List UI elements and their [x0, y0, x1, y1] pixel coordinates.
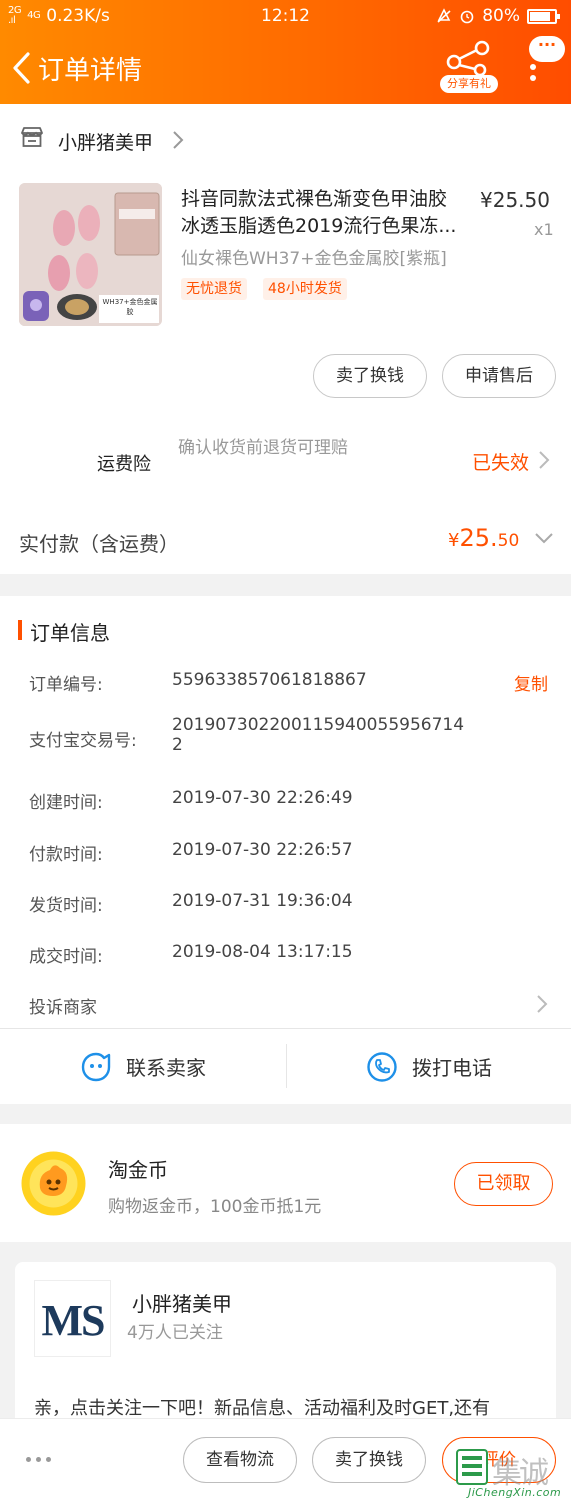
tag-48h-shipping: 48小时发货	[263, 278, 347, 300]
call-phone-button[interactable]: 拨打电话	[287, 1029, 571, 1104]
shop-name[interactable]: 小胖猪美甲	[58, 128, 153, 155]
battery-percent: 80%	[482, 6, 520, 26]
payment-label: 实付款（含运费）	[19, 532, 179, 556]
chevron-right-icon[interactable]	[538, 450, 550, 470]
coin-description: 购物返金币，100金币抵1元	[108, 1197, 322, 1217]
product-quantity: x1	[534, 220, 554, 239]
insurance-description: 确认收货前退货可理赔	[178, 438, 348, 458]
share-reward-label[interactable]: 分享有礼	[440, 75, 498, 93]
product-title-line-1: 抖音同款法式裸色渐变色甲油胶	[181, 188, 448, 210]
status-right: 80%	[436, 6, 560, 26]
product-thumbnail[interactable]: WH37+金色金属胶	[19, 183, 162, 326]
contact-seller-label: 联系卖家	[126, 1056, 206, 1080]
shop-follow-card: MS 小胖猪美甲 4万人已关注 亲，点击关注一下吧！新品信息、活动福利及时GET…	[15, 1262, 556, 1432]
chat-face-icon	[81, 1052, 111, 1081]
insurance-status[interactable]: 已失效	[472, 448, 529, 475]
payment-amount-int: 25.	[459, 524, 498, 552]
shop-row[interactable]: 小胖猪美甲	[0, 104, 571, 176]
section-accent-bar	[18, 620, 22, 640]
alipay-trade-value: 2019073022001159400559567142	[172, 715, 465, 755]
product-title-line-2: 冰透玉脂透色2019流行色果冻...	[181, 215, 457, 237]
product-image-caption: WH37+金色金属胶	[102, 298, 158, 316]
phone-icon	[367, 1051, 397, 1082]
shop-card-name[interactable]: 小胖猪美甲	[132, 1288, 232, 1317]
resell-bottom-button[interactable]: 卖了换钱	[312, 1437, 426, 1483]
order-product-card: 小胖猪美甲 WH37+金色金属胶 抖音同款法式裸色渐变色甲油胶 冰透玉脂透色20…	[0, 104, 571, 574]
alarm-icon	[460, 10, 474, 24]
gold-coin-icon	[21, 1151, 86, 1216]
tag-free-return: 无忧退货	[181, 278, 247, 300]
call-phone-label: 拨打电话	[412, 1056, 492, 1080]
create-time-value: 2019-07-30 22:26:49	[172, 788, 353, 808]
create-time-label: 创建时间:	[29, 793, 103, 813]
insurance-label: 运费险	[97, 454, 151, 475]
order-number-label: 订单编号:	[29, 675, 103, 695]
shop-logo[interactable]: MS	[34, 1280, 111, 1357]
ship-time-value: 2019-07-31 19:36:04	[172, 891, 353, 911]
chevron-down-icon[interactable]	[534, 532, 554, 544]
coin-title: 淘金币	[108, 1158, 168, 1182]
taojinbi-card: 淘金币 购物返金币，100金币抵1元 已领取	[0, 1124, 571, 1242]
resell-button[interactable]: 卖了换钱	[313, 354, 427, 398]
chevron-right-icon	[173, 131, 184, 149]
payment-currency: ¥	[448, 530, 460, 551]
deal-time-label: 成交时间:	[29, 947, 103, 967]
app-header: 2G .ıl 4G 0.23K/s 12:12 80% 订单详情 分享有礼 ···	[0, 0, 571, 104]
contact-seller-button[interactable]: 联系卖家	[0, 1029, 286, 1104]
shop-followers: 4万人已关注	[127, 1323, 223, 1343]
coin-claimed-button[interactable]: 已领取	[454, 1162, 553, 1206]
ship-time-label: 发货时间:	[29, 896, 103, 916]
status-bar: 2G .ıl 4G 0.23K/s 12:12 80%	[0, 0, 571, 32]
mute-icon	[437, 8, 451, 23]
product-title[interactable]: 抖音同款法式裸色渐变色甲油胶 冰透玉脂透色2019流行色果冻...	[181, 186, 471, 240]
order-number-value: 559633857061818867	[172, 670, 367, 690]
more-menu-icon[interactable]	[530, 64, 536, 84]
complain-seller-link[interactable]: 投诉商家	[29, 993, 97, 1018]
chevron-right-icon[interactable]	[536, 994, 548, 1014]
shop-icon	[21, 127, 43, 147]
alipay-trade-label: 支付宝交易号:	[29, 731, 137, 751]
back-arrow-icon[interactable]	[8, 46, 38, 90]
copy-button[interactable]: 复制	[514, 670, 548, 695]
order-info-card: 订单信息 订单编号: 559633857061818867 复制 支付宝交易号:…	[0, 596, 571, 1104]
pay-time-value: 2019-07-30 22:26:57	[172, 840, 353, 860]
product-sku: 仙女裸色WH37+金色金属胶[紫瓶]	[181, 249, 447, 269]
pay-time-label: 付款时间:	[29, 845, 103, 865]
battery-icon	[527, 8, 560, 24]
payment-amount: ¥25.50	[448, 524, 519, 552]
payment-amount-dec: 50	[497, 531, 520, 551]
product-price: ¥25.50	[480, 188, 550, 212]
more-actions-icon[interactable]	[26, 1457, 51, 1462]
shop-logo-text: MS	[41, 1296, 106, 1345]
after-sale-button[interactable]: 申请售后	[442, 354, 556, 398]
page-title: 订单详情	[38, 56, 143, 86]
order-info-title: 订单信息	[30, 621, 110, 645]
follow-promo-text: 亲，点击关注一下吧！新品信息、活动福利及时GET,还有	[34, 1398, 491, 1419]
message-bubble-icon[interactable]: ···	[529, 36, 565, 62]
view-logistics-button[interactable]: 查看物流	[183, 1437, 297, 1483]
watermark-url: JiChengXin.com	[468, 1486, 562, 1499]
deal-time-value: 2019-08-04 13:17:15	[172, 942, 353, 962]
